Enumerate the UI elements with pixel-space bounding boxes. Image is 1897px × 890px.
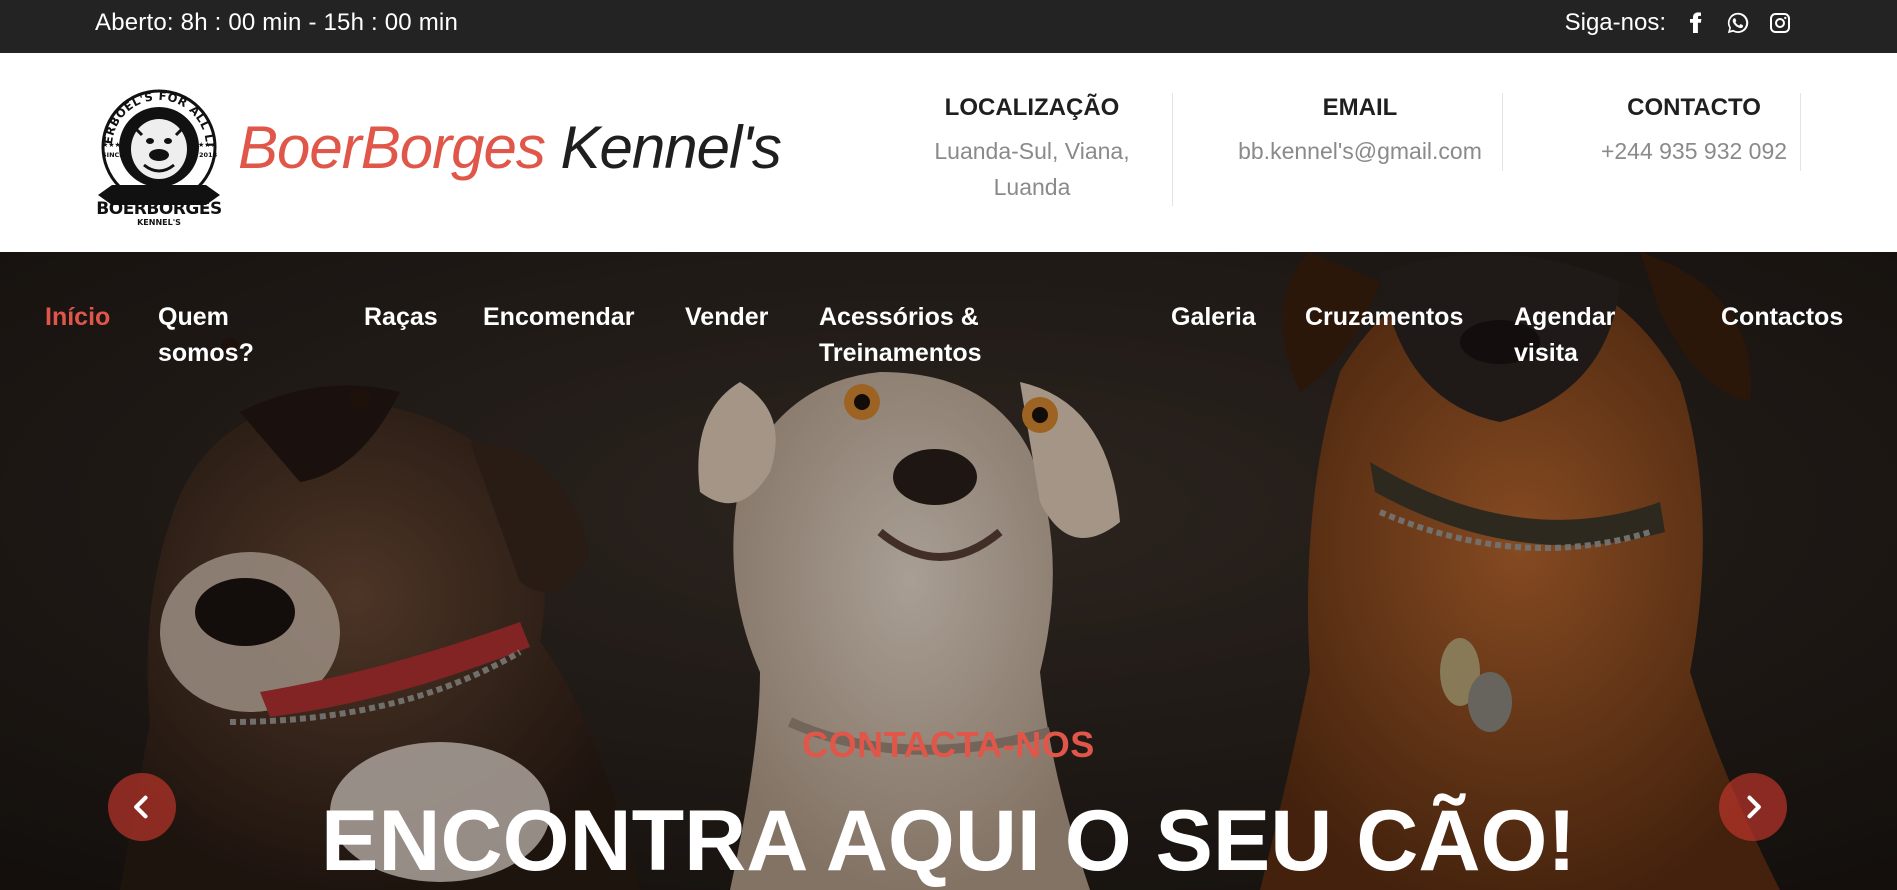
email-value[interactable]: bb.kennel's@gmail.com <box>1218 133 1502 169</box>
logo-name: BOERBORGES <box>96 199 221 219</box>
follow-label: Siga-nos: <box>1564 8 1666 36</box>
location-title: LOCALIZAÇÃO <box>944 94 1120 121</box>
brand-name[interactable]: BoerBorges Kennel's <box>238 113 782 183</box>
hero-slider: Início Quem somos? Raças Encomendar Vend… <box>0 252 1897 890</box>
nav-racas[interactable]: Raças <box>364 299 438 335</box>
logo-sub: KENNEL'S <box>137 218 181 227</box>
header-divider <box>1800 93 1801 171</box>
nav-agendar-visita[interactable]: Agendar visita <box>1514 299 1615 371</box>
nav-quem-somos-line-1: Quem <box>158 303 229 331</box>
header-divider <box>1502 93 1503 171</box>
facebook-icon[interactable] <box>1684 11 1708 35</box>
hero-kicker[interactable]: CONTACTA-NOS <box>0 724 1897 766</box>
instagram-icon[interactable] <box>1768 11 1792 35</box>
location-line-2: Luanda <box>993 174 1071 200</box>
brand-part-1: BoerBorges <box>238 114 546 181</box>
email-block: EMAIL bb.kennel's@gmail.com <box>1218 91 1502 169</box>
opening-hours: Aberto: 8h : 00 min - 15h : 00 min <box>95 9 458 36</box>
site-header: BOERBOEL'S FOR ALL LIFE ★★★ ★★★ SINCE 20… <box>0 53 1897 252</box>
social-links: Siga-nos: <box>1565 0 1792 45</box>
top-bar: Aberto: 8h : 00 min - 15h : 00 min Siga-… <box>0 0 1897 53</box>
nav-agendar-line-1: Agendar <box>1514 303 1616 331</box>
nav-agendar-line-2: visita <box>1514 339 1578 367</box>
nav-quem-somos-line-2: somos? <box>158 339 254 367</box>
nav-vender[interactable]: Vender <box>685 299 768 335</box>
header-divider <box>1172 93 1173 206</box>
svg-text:★★★: ★★★ <box>198 141 217 149</box>
whatsapp-icon[interactable] <box>1726 11 1750 35</box>
nav-acessorios-treinamentos[interactable]: Acessórios & Treinamentos <box>819 299 982 371</box>
logo-year: 2018 <box>199 151 218 159</box>
nav-inicio[interactable]: Início <box>45 299 110 335</box>
nav-acessorios-line-2: Treinamentos <box>819 339 982 367</box>
location-line-1: Luanda-Sul, Viana, <box>934 138 1130 164</box>
contact-value[interactable]: +244 935 932 092 <box>1574 133 1814 169</box>
kennel-logo[interactable]: BOERBOEL'S FOR ALL LIFE ★★★ ★★★ SINCE 20… <box>92 85 226 227</box>
logo-since: SINCE <box>102 151 124 159</box>
email-title: EMAIL <box>1322 94 1398 121</box>
contact-title: CONTACTO <box>1627 94 1761 121</box>
location-block: LOCALIZAÇÃO Luanda-Sul, Viana, Luanda <box>902 91 1162 205</box>
svg-text:★★★: ★★★ <box>102 141 121 149</box>
nav-contactos[interactable]: Contactos <box>1721 299 1843 335</box>
brand-part-2: Kennel's <box>560 114 782 181</box>
main-nav: Início Quem somos? Raças Encomendar Vend… <box>0 252 1897 382</box>
nav-acessorios-line-1: Acessórios & <box>819 303 979 331</box>
nav-cruzamentos[interactable]: Cruzamentos <box>1305 299 1463 335</box>
nav-galeria[interactable]: Galeria <box>1171 299 1256 335</box>
location-value: Luanda-Sul, Viana, Luanda <box>902 133 1162 205</box>
nav-quem-somos[interactable]: Quem somos? <box>158 299 254 371</box>
nav-encomendar[interactable]: Encomendar <box>483 299 634 335</box>
hero-headline: ENCONTRA AQUI O SEU CÃO! <box>321 793 1576 889</box>
contact-block: CONTACTO +244 935 932 092 <box>1574 91 1814 169</box>
